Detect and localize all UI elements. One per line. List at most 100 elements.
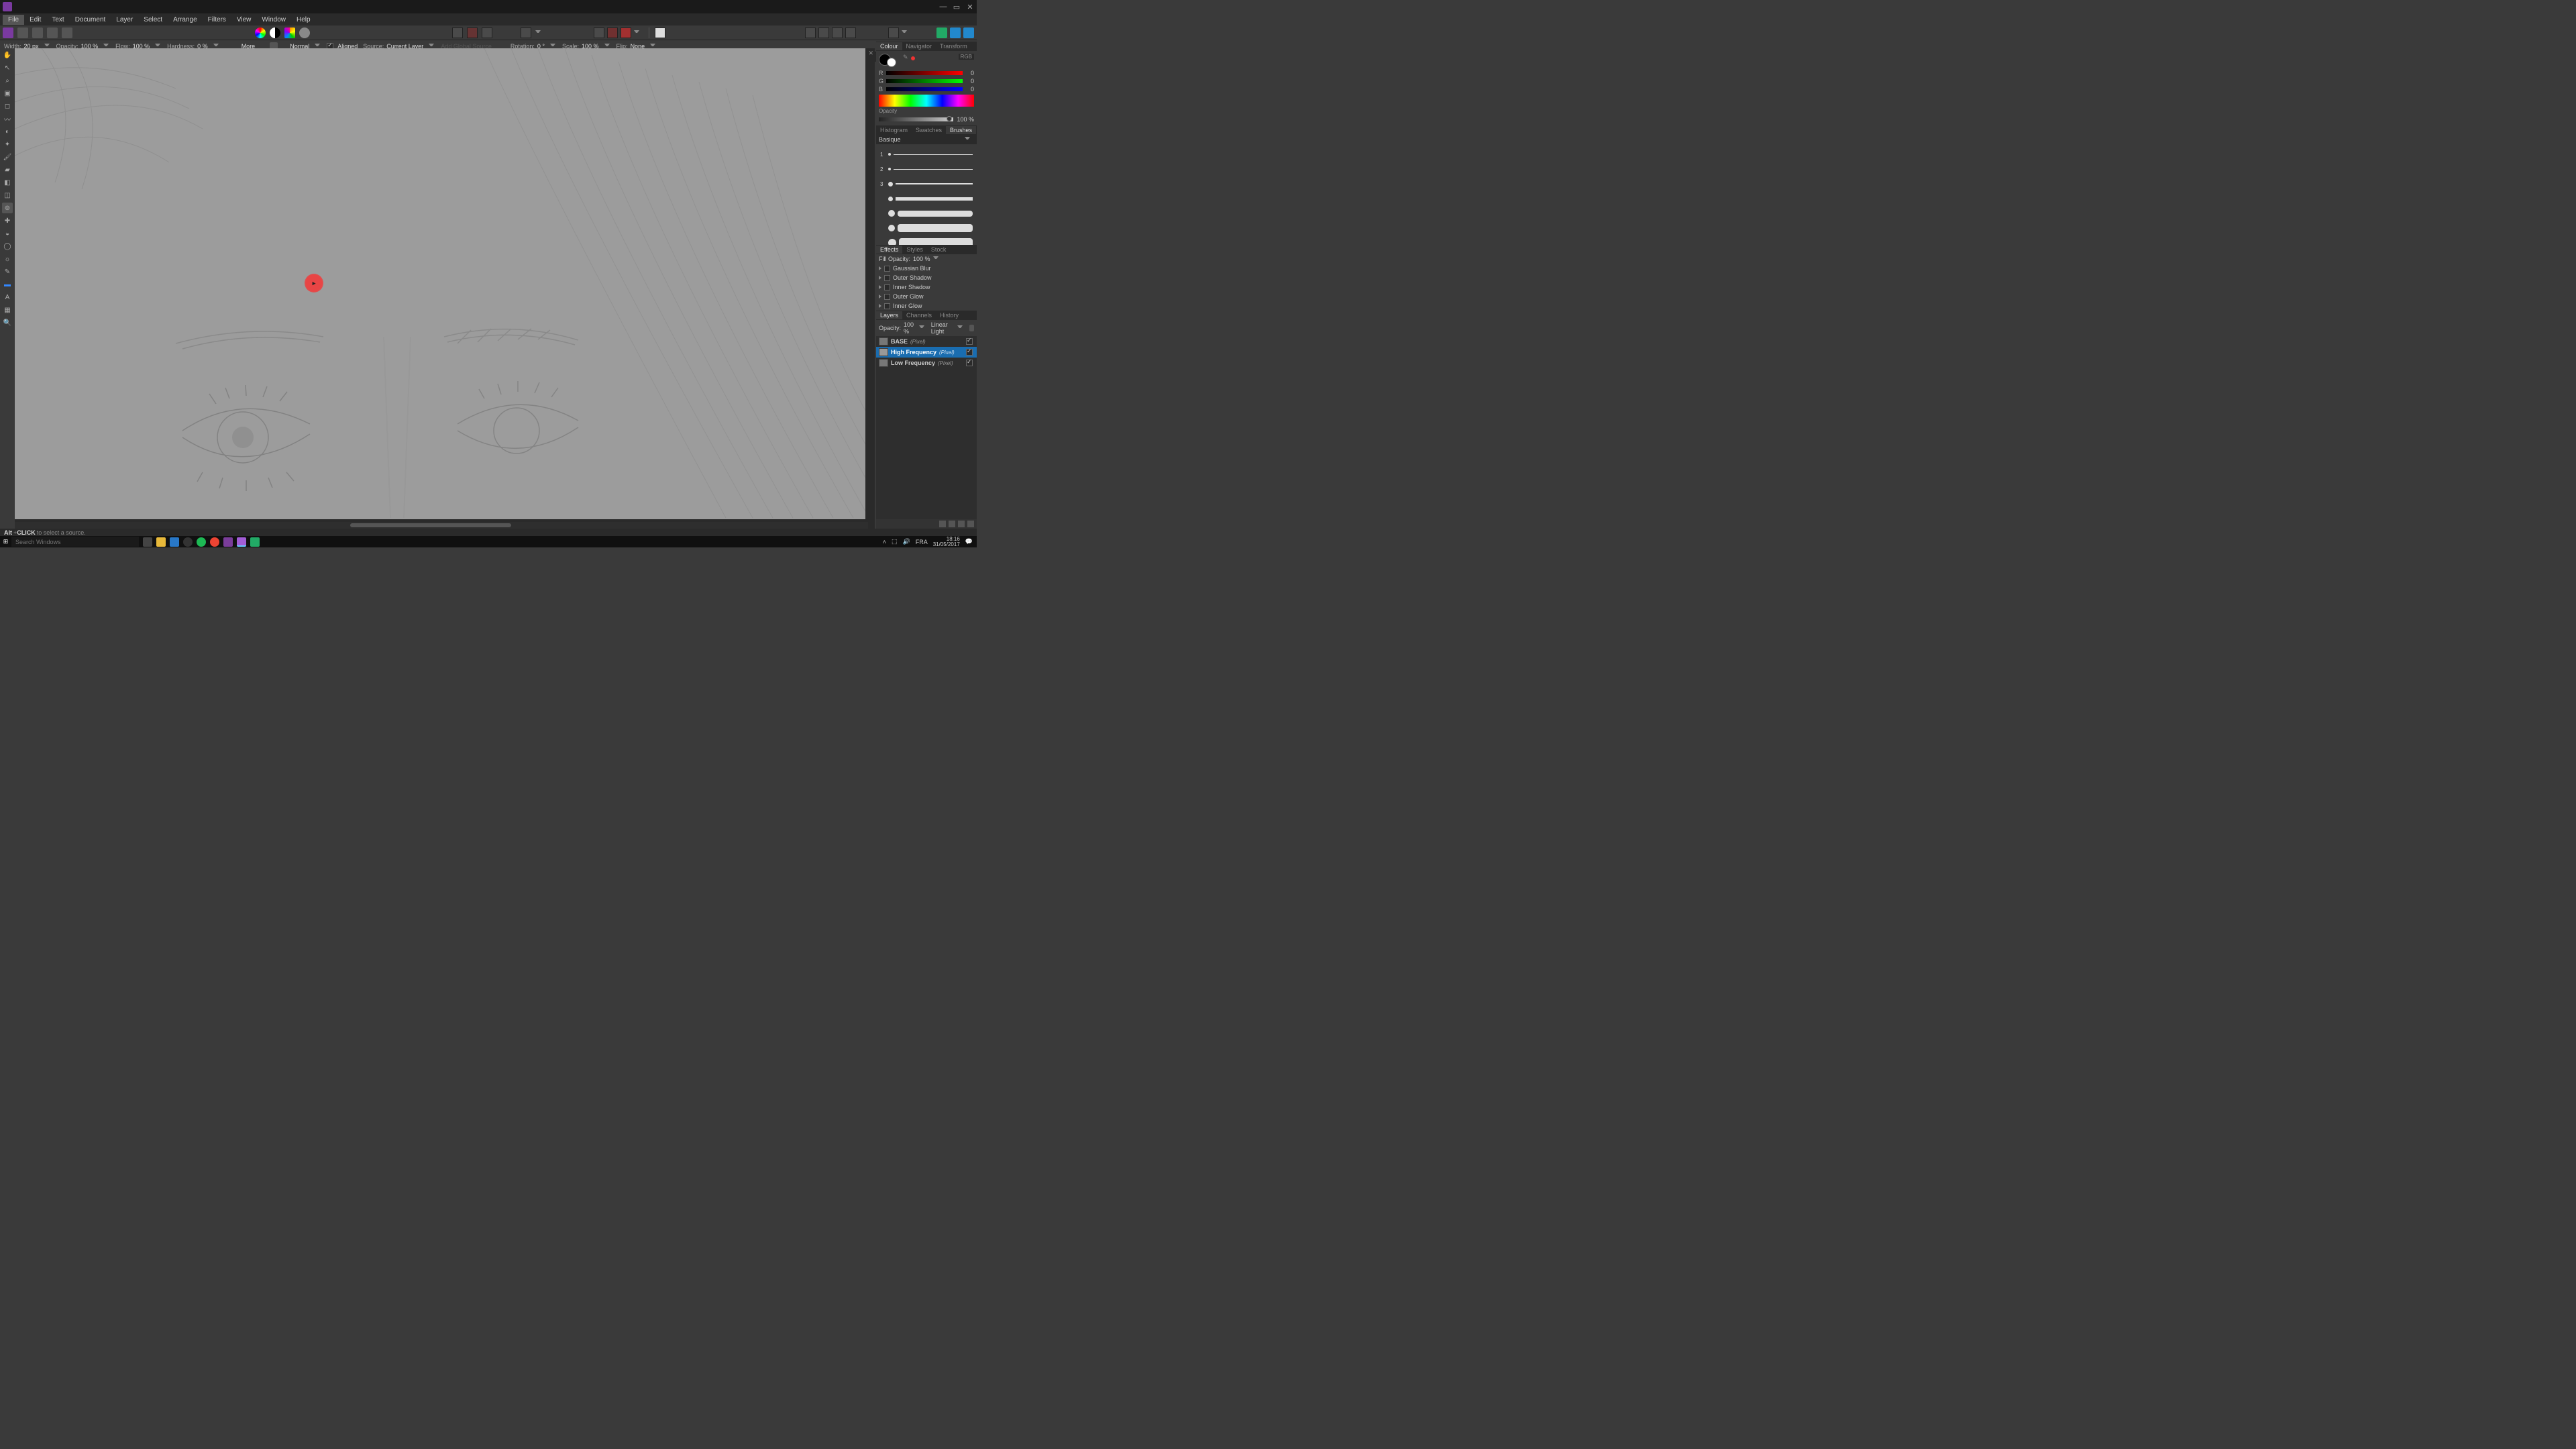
account-1-icon[interactable]: [936, 28, 947, 38]
g-slider[interactable]: [886, 79, 963, 83]
tray-clock[interactable]: 18:16 31/05/2017: [933, 537, 960, 547]
tab-effects[interactable]: Effects: [876, 246, 902, 254]
menu-file[interactable]: File: [3, 15, 24, 25]
brush-preset-item[interactable]: [879, 191, 974, 206]
align-right-icon[interactable]: [832, 28, 843, 38]
align-top-icon[interactable]: [845, 28, 856, 38]
clone-source-marker[interactable]: ▸: [305, 274, 323, 292]
tray-volume-icon[interactable]: 🔊: [903, 538, 910, 545]
delete-layer-icon[interactable]: [967, 521, 974, 527]
bw-toggle-icon[interactable]: [270, 28, 280, 38]
account-2-icon[interactable]: [950, 28, 961, 38]
fx-layer-icon[interactable]: [958, 521, 965, 527]
blend-mode-dd-icon[interactable]: [957, 325, 963, 331]
tab-transform[interactable]: Transform: [936, 42, 971, 50]
menu-filters[interactable]: Filters: [203, 15, 231, 25]
tab-brushes[interactable]: Brushes: [946, 126, 976, 134]
tab-channels[interactable]: Channels: [902, 311, 936, 319]
tab-stock[interactable]: Stock: [927, 246, 951, 254]
brush-preset-item[interactable]: 2: [879, 162, 974, 176]
tray-network-icon[interactable]: ⬚: [892, 538, 898, 545]
crop-tool-icon[interactable]: ▣: [2, 88, 13, 99]
fx-item[interactable]: Inner Glow: [876, 301, 977, 311]
arrange-1-icon[interactable]: [594, 28, 604, 38]
text-tool-icon[interactable]: A: [2, 292, 13, 303]
menu-edit[interactable]: Edit: [24, 15, 46, 25]
lock-icon[interactable]: [969, 325, 975, 331]
fx-checkbox[interactable]: [884, 266, 890, 272]
tab-histogram[interactable]: Histogram: [876, 126, 912, 134]
tray-chevron-icon[interactable]: ˄: [883, 539, 886, 545]
opera-icon[interactable]: [210, 537, 219, 547]
fx-checkbox[interactable]: [884, 275, 890, 281]
rectangle-tool-icon[interactable]: ▬: [2, 279, 13, 290]
layer-visibility-checkbox[interactable]: [966, 349, 973, 356]
inpainting-tool-icon[interactable]: ◒: [2, 228, 13, 239]
snap-dropdown-icon[interactable]: [535, 30, 541, 36]
eyedropper-icon[interactable]: ✎: [903, 54, 908, 67]
colour-model-badge[interactable]: RGB: [959, 54, 974, 60]
colour-opacity-value[interactable]: 100 %: [955, 116, 974, 123]
export-persona-icon[interactable]: [62, 28, 72, 38]
background-colour[interactable]: [887, 58, 896, 67]
marquee-tool-icon[interactable]: ◻: [2, 101, 13, 111]
align-center-icon[interactable]: [818, 28, 829, 38]
zoom-tool-icon[interactable]: 🔍: [2, 317, 13, 328]
expand-icon[interactable]: [879, 304, 881, 308]
order-dd-icon[interactable]: [902, 30, 907, 36]
tab-navigator[interactable]: Navigator: [902, 42, 936, 50]
b-value[interactable]: 0: [965, 86, 974, 93]
assistant-icon[interactable]: [655, 28, 665, 38]
expand-icon[interactable]: [879, 285, 881, 289]
refine-icon[interactable]: [482, 28, 492, 38]
photo-persona-icon[interactable]: [3, 28, 13, 38]
maximize-button[interactable]: ▭: [953, 3, 961, 11]
brush-preset-item[interactable]: [879, 206, 974, 221]
spotify-icon[interactable]: [197, 537, 206, 547]
tab-styles[interactable]: Styles: [902, 246, 927, 254]
layer-visibility-checkbox[interactable]: [966, 360, 973, 366]
fx-checkbox[interactable]: [884, 284, 890, 290]
menu-window[interactable]: Window: [256, 15, 291, 25]
app-icon-2[interactable]: [250, 537, 260, 547]
fill-opacity-value[interactable]: 100 %: [913, 256, 930, 262]
layer-visibility-checkbox[interactable]: [966, 338, 973, 345]
horizontal-scrollbar[interactable]: [15, 522, 868, 529]
gradient-tool-icon[interactable]: ◧: [2, 177, 13, 188]
explorer-icon[interactable]: [156, 537, 166, 547]
affinity-photo-icon[interactable]: [237, 537, 246, 547]
tab-swatches[interactable]: Swatches: [912, 126, 946, 134]
lasso-tool-icon[interactable]: 〰: [2, 113, 13, 124]
selection-brush-tool-icon[interactable]: ◐: [2, 126, 13, 137]
softproof-icon[interactable]: [299, 28, 310, 38]
liquify-persona-icon[interactable]: [17, 28, 28, 38]
start-button[interactable]: ⊞: [0, 536, 11, 547]
lut-icon[interactable]: [284, 28, 295, 38]
taskview-icon[interactable]: [143, 537, 152, 547]
hue-picker[interactable]: [879, 95, 974, 107]
fx-item[interactable]: Outer Glow: [876, 292, 977, 301]
brush-preset-item[interactable]: 3: [879, 176, 974, 191]
tab-colour[interactable]: Colour: [876, 42, 902, 50]
fx-item[interactable]: Inner Shadow: [876, 282, 977, 292]
colour-opacity-slider[interactable]: [879, 117, 953, 121]
menu-select[interactable]: Select: [138, 15, 168, 25]
align-left-icon[interactable]: [805, 28, 816, 38]
search-input[interactable]: [11, 537, 139, 547]
quick-mask-icon[interactable]: [467, 28, 478, 38]
adjustment-layer-icon[interactable]: [949, 521, 955, 527]
menu-text[interactable]: Text: [46, 15, 69, 25]
develop-persona-icon[interactable]: [32, 28, 43, 38]
menu-layer[interactable]: Layer: [111, 15, 138, 25]
selection-mode-icon[interactable]: [452, 28, 463, 38]
color-picker-tool-icon[interactable]: ⌕: [2, 75, 13, 86]
edge-icon[interactable]: [170, 537, 179, 547]
fx-item[interactable]: Outer Shadow: [876, 273, 977, 282]
mesh-warp-tool-icon[interactable]: ▦: [2, 305, 13, 315]
close-document-icon[interactable]: ✕: [868, 50, 873, 57]
fx-checkbox[interactable]: [884, 303, 890, 309]
tray-notifications-icon[interactable]: 💬: [965, 538, 973, 545]
blur-tool-icon[interactable]: ◯: [2, 241, 13, 252]
b-slider[interactable]: [886, 87, 963, 91]
tab-history[interactable]: History: [936, 311, 963, 319]
